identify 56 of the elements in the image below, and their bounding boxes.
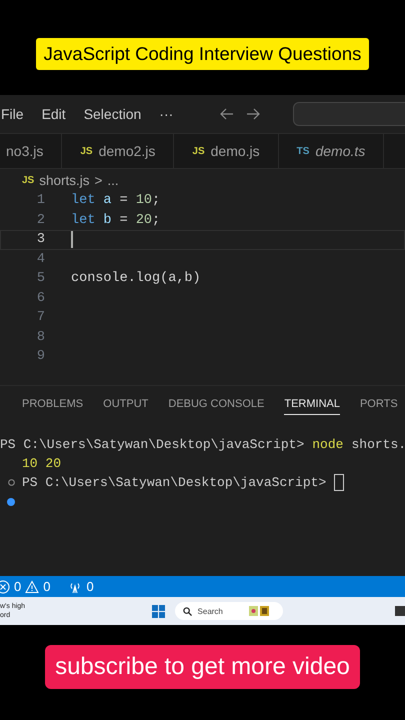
app-icon-drawing[interactable]	[248, 606, 269, 616]
editor-tab[interactable]: no3.js	[0, 134, 62, 168]
command-status-icon	[7, 498, 15, 506]
forward-arrow-icon[interactable]	[245, 106, 262, 122]
menu-item[interactable]: File	[1, 106, 24, 122]
line-number: 2	[36, 212, 46, 228]
menu-item[interactable]: Edit	[42, 106, 66, 122]
taskbar-app-icon[interactable]	[394, 606, 405, 616]
menu-item[interactable]: Selection	[84, 106, 142, 122]
line-number: 3	[36, 232, 46, 248]
file-type-icon: JS	[22, 174, 34, 186]
line-number: 5	[36, 271, 46, 286]
code-text: let a = 10;	[71, 193, 160, 208]
terminal-prompt: PS C:\Users\Satywan\Desktop\javaScript>	[22, 475, 326, 490]
terminal-prompt: PS C:\Users\Satywan\Desktop\javaScript>	[0, 437, 304, 452]
file-type-icon: JS	[80, 146, 93, 156]
breadcrumb-item[interactable]: shorts.js	[39, 172, 90, 188]
file-type-icon: TS	[296, 146, 310, 156]
title-banner: JavaScript Coding Interview Questions	[36, 38, 370, 70]
command-status-icon	[8, 479, 14, 486]
panel-tab[interactable]: PROBLEMS	[22, 398, 84, 415]
terminal-argument: shorts.	[351, 437, 405, 452]
breadcrumb-separator: >	[94, 172, 102, 188]
menu-item[interactable]: ···	[159, 106, 174, 122]
text-cursor	[71, 231, 73, 248]
line-number: 9	[36, 349, 46, 364]
line-number: 7	[36, 310, 46, 326]
back-arrow-icon[interactable]	[219, 106, 236, 122]
line-number: 4	[36, 252, 46, 267]
editor-tab[interactable]: JS demo.js	[174, 134, 279, 168]
warning-count[interactable]: 0	[43, 579, 50, 594]
warning-icon[interactable]	[25, 580, 40, 594]
editor-tab[interactable]: TS demo.ts	[278, 134, 384, 168]
panel-tab[interactable]: DEBUG CONSOLE	[168, 398, 264, 415]
code-text: let b = 20;	[71, 212, 160, 228]
error-count[interactable]: 0	[14, 579, 22, 594]
line-number: 8	[36, 330, 46, 345]
file-type-icon: JS	[192, 146, 205, 156]
terminal-command: node	[312, 437, 344, 452]
taskbar-search-field[interactable]: Search	[174, 602, 283, 620]
search-icon	[182, 606, 192, 616]
command-center-field[interactable]	[293, 102, 405, 126]
editor-tab[interactable]: JS demo2.js	[62, 134, 174, 168]
error-icon[interactable]	[0, 580, 10, 594]
panel-tab[interactable]: TERMINAL	[284, 398, 340, 415]
panel-tab[interactable]: PORTS	[360, 398, 398, 415]
subscribe-banner: subscribe to get more video	[45, 645, 360, 689]
line-number: 1	[36, 193, 46, 208]
start-icon[interactable]	[152, 604, 165, 618]
panel-tab[interactable]: OUTPUT	[103, 398, 148, 415]
code-text: console.log(a,b)	[71, 271, 201, 286]
port-count[interactable]: 0	[86, 579, 94, 594]
line-number: 6	[36, 290, 46, 306]
breadcrumb-item[interactable]: ...	[107, 172, 119, 188]
terminal-output: 10 20	[22, 456, 62, 471]
terminal-cursor	[334, 474, 344, 491]
